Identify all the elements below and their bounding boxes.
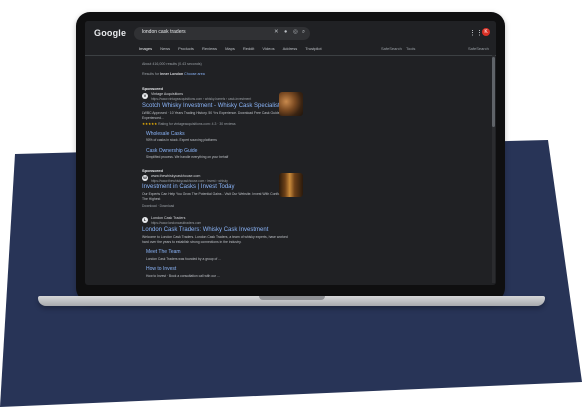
results-for-prefix: Results for	[142, 72, 160, 76]
site-favicon: V	[142, 93, 148, 99]
organic-site-url[interactable]: https://www.londoncasktraders.com	[151, 221, 201, 225]
search-header: Google london cask traders ✕ ● ◎ ⌕ ⋮⋮ K …	[85, 21, 496, 56]
sitelink-description: Simplified process. We handle everything…	[146, 155, 229, 159]
tab-news[interactable]: News	[160, 46, 170, 54]
ad-description: LWBC Approved · 10 Years Trading History…	[142, 111, 288, 120]
ad-site-name[interactable]: www.thewhiskycaskhouse.com	[151, 174, 200, 178]
results-for: Results for Inner London Choose area	[142, 72, 205, 76]
download-link[interactable]: Download · Download	[142, 204, 174, 208]
results-stats: About 416,000 results (0.43 seconds)	[142, 62, 202, 66]
whisky-cask-thumbnail[interactable]	[279, 173, 303, 197]
google-logo[interactable]: Google	[94, 28, 126, 38]
organic-description: Welcome to London Cask Traders. London C…	[142, 235, 288, 244]
sponsored-label: Sponsored	[142, 86, 163, 91]
ad-rating: ★★★★★ Rating for vintageacquisitions.com…	[142, 122, 236, 126]
star-rating-icon: ★★★★★	[142, 122, 158, 126]
choose-area-link[interactable]: Choose area	[184, 72, 205, 76]
tab-address[interactable]: Address	[283, 46, 298, 54]
sitelink-description: 90% of casks in stock. Expert sourcing p…	[146, 138, 217, 142]
ad-site-url[interactable]: https://www.thewhiskycaskhouse.com › inv…	[151, 179, 228, 183]
ad-description: Our Experts Can Help You Grow The Potent…	[142, 192, 292, 201]
site-favicon: W	[142, 175, 148, 181]
tab-products[interactable]: Products	[178, 46, 194, 54]
sitelink-title[interactable]: Wholesale Casks	[146, 131, 185, 137]
ad-title[interactable]: Investment in Casks | Invest Today	[142, 184, 235, 190]
whisky-barrels-thumbnail[interactable]	[279, 92, 303, 116]
search-tabs: Images News Products Reviews Maps Reddit…	[139, 46, 322, 54]
ad-site-name[interactable]: Vintage Acquisitions	[151, 92, 183, 96]
organic-title[interactable]: London Cask Traders: Whisky Cask Investm…	[142, 227, 268, 233]
laptop-notch	[259, 296, 325, 300]
sitelink-title[interactable]: How to Invest	[146, 266, 176, 272]
tab-videos[interactable]: Videos	[262, 46, 274, 54]
organic-site-name[interactable]: London Cask Traders	[151, 216, 185, 220]
ad-site-url[interactable]: https://www.vintageacquisitions.com › wh…	[151, 97, 251, 101]
tab-maps[interactable]: Maps	[225, 46, 235, 54]
search-input[interactable]: london cask traders	[142, 29, 186, 35]
browser-screen: Google london cask traders ✕ ● ◎ ⌕ ⋮⋮ K …	[85, 21, 496, 285]
ad-rating-text: Rating for vintageacquisitions.com: 4.3 …	[158, 122, 236, 126]
settings-button[interactable]: SafeSearch	[381, 46, 402, 51]
search-icon[interactable]: ⌕	[302, 29, 305, 36]
tab-reddit[interactable]: Reddit	[243, 46, 255, 54]
site-favicon: L	[142, 217, 148, 223]
apps-icon[interactable]: ⋮⋮	[469, 29, 483, 37]
results-for-place: Inner London	[160, 72, 184, 76]
search-box[interactable]: london cask traders ✕ ● ◎ ⌕	[134, 27, 310, 40]
lens-icon[interactable]: ◎	[293, 29, 298, 35]
sitelink-description: London Cask Traders was founded by a gro…	[146, 257, 221, 261]
tab-trustpilot[interactable]: Trustpilot	[305, 46, 321, 54]
tools-button[interactable]: Tools	[406, 46, 415, 51]
tab-reviews[interactable]: Reviews	[202, 46, 217, 54]
sitelink-description: How to Invest · Book a consultation call…	[146, 274, 220, 278]
sponsored-label: Sponsored	[142, 168, 163, 173]
safesearch-button[interactable]: SafeSearch	[468, 46, 489, 51]
close-icon[interactable]: ✕	[274, 29, 279, 35]
tab-images[interactable]: Images	[139, 46, 152, 54]
sitelink-title[interactable]: Meet The Team	[146, 249, 181, 255]
avatar[interactable]: K	[482, 28, 490, 36]
mic-icon[interactable]: ●	[284, 29, 287, 35]
sitelink-title[interactable]: Cask Ownership Guide	[146, 148, 197, 154]
ad-title[interactable]: Scotch Whisky Investment - Whisky Cask S…	[142, 103, 283, 109]
scrollbar-thumb[interactable]	[492, 57, 495, 127]
